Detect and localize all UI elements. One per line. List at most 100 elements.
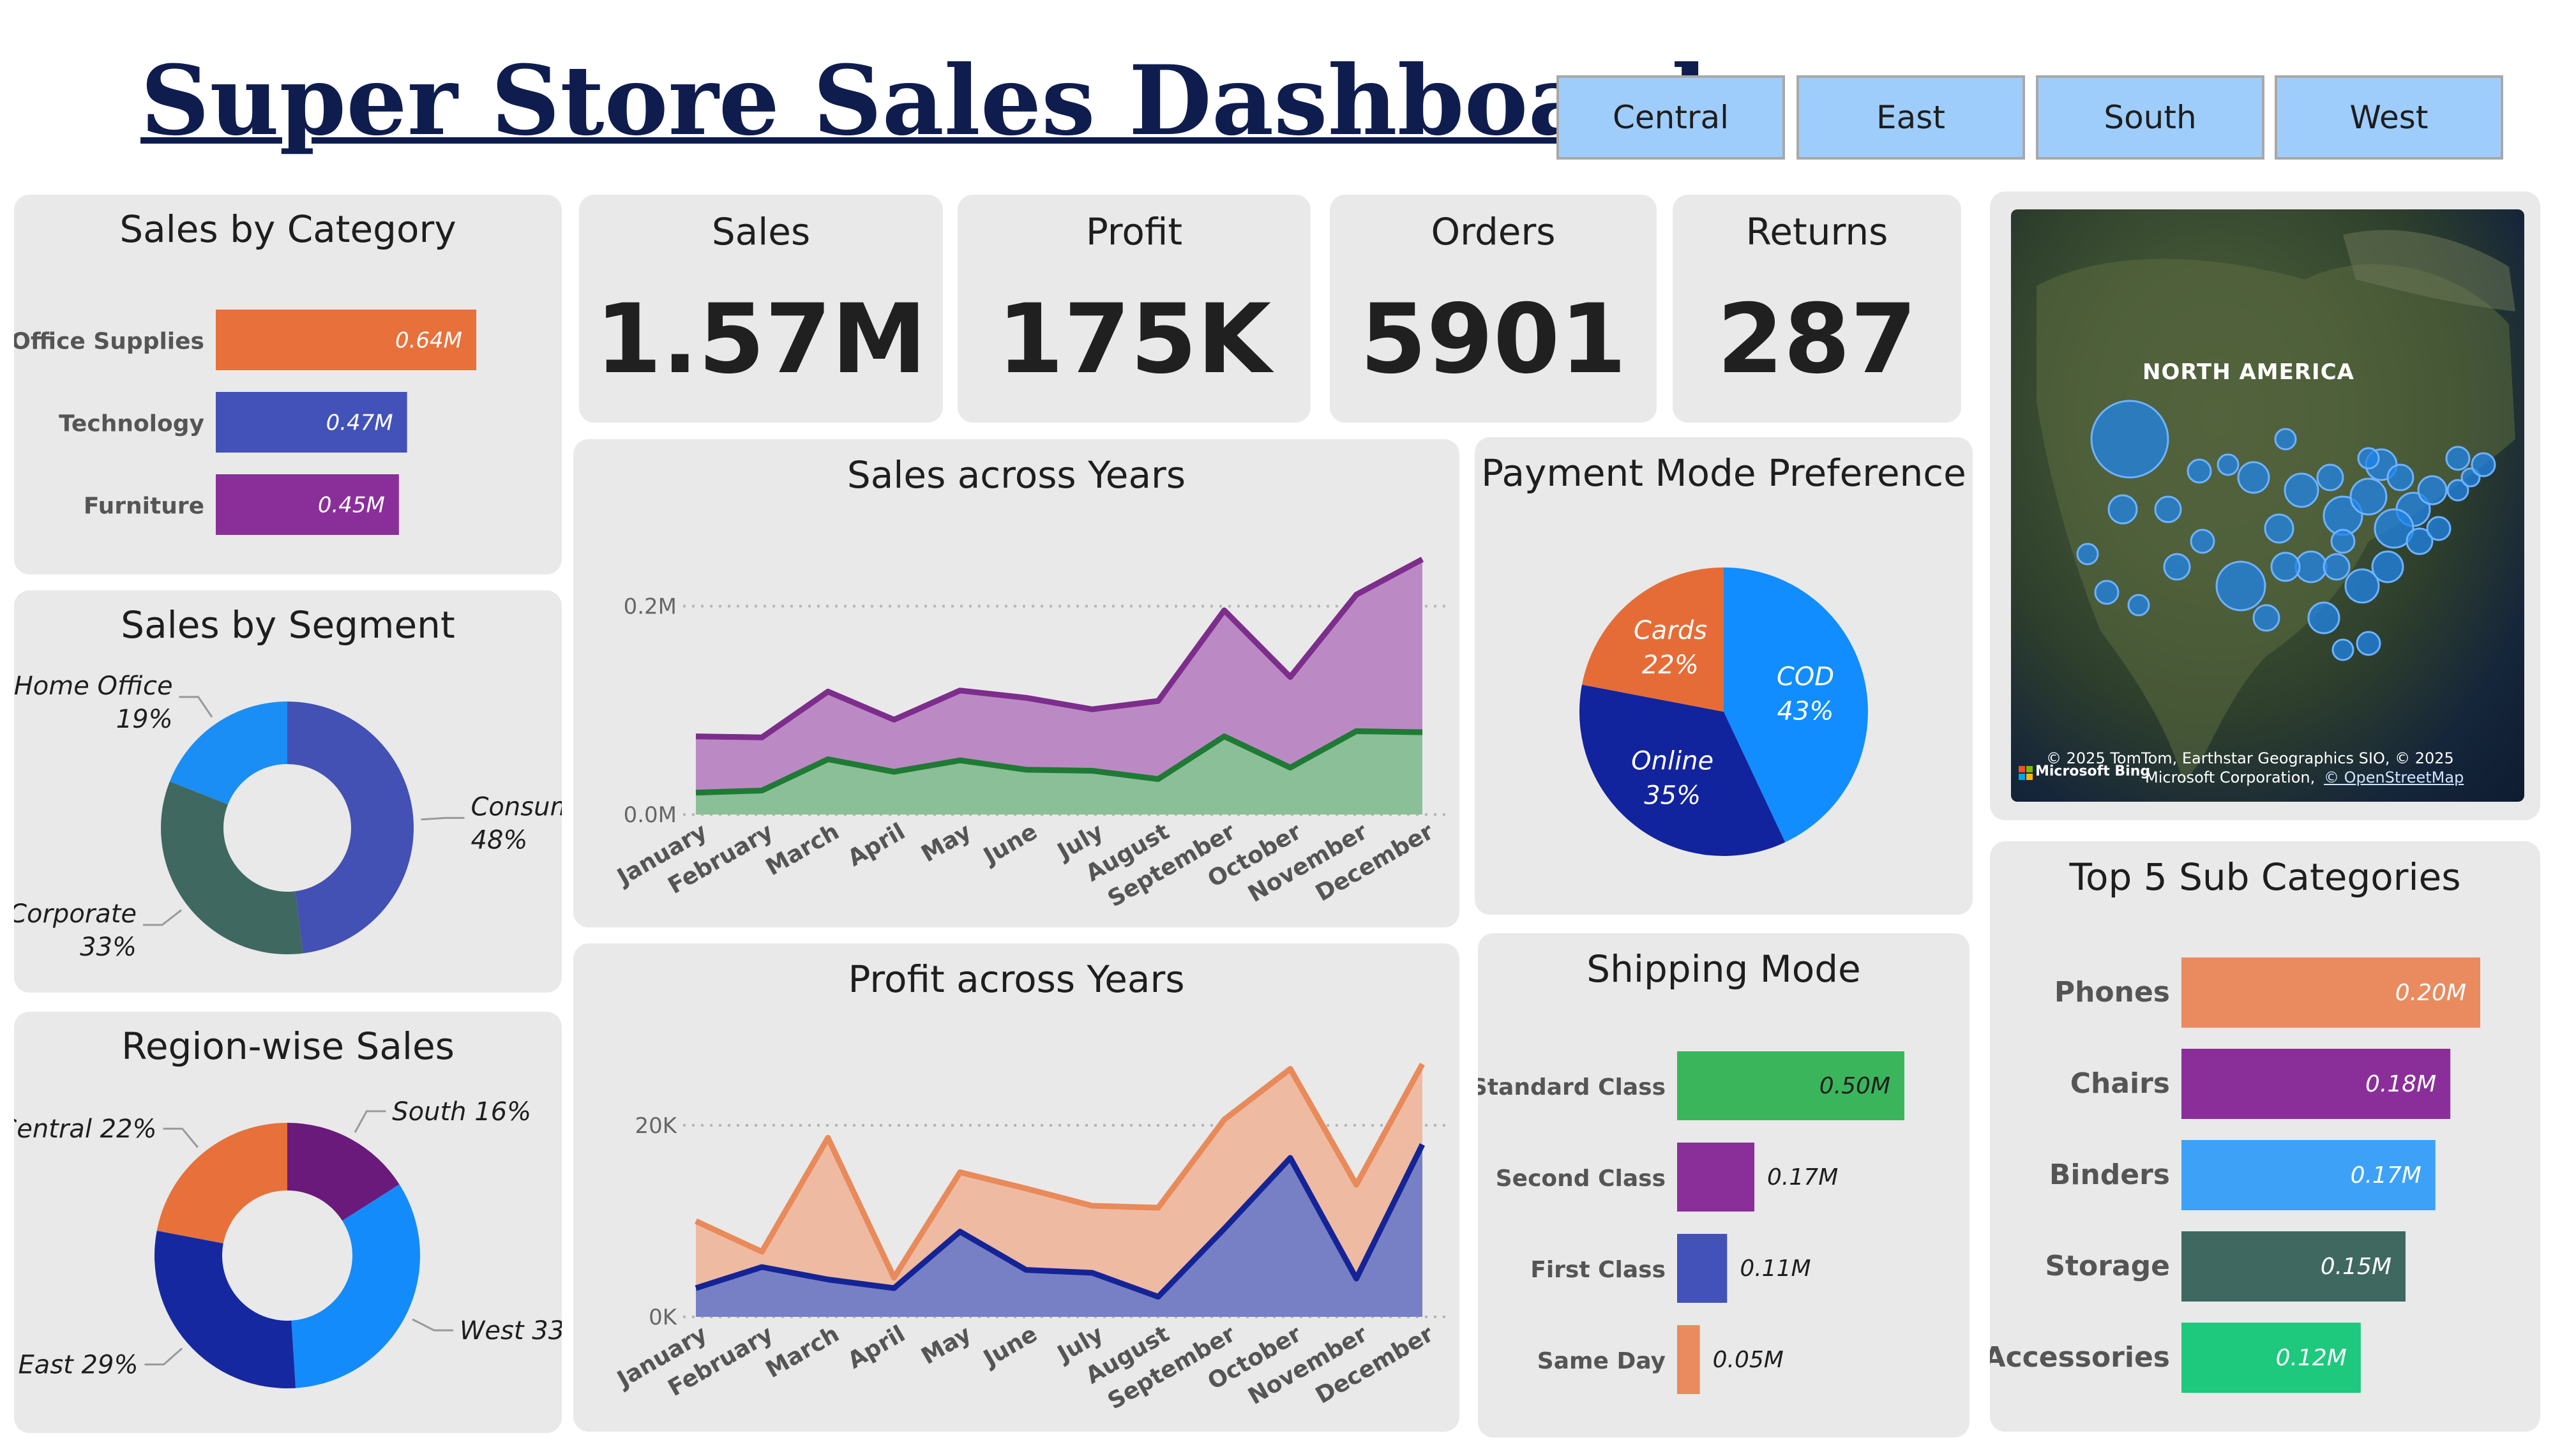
pie-slice — [156, 1123, 287, 1243]
payment-mode-chart: COD 43% Online 35% Cards 22% — [1579, 567, 1868, 856]
sales-by-segment-chart: Consumer48% Corporate 33% Home Office 19% — [14, 672, 562, 962]
sales-map[interactable]: NORTH AMERICA Microsoft Bing © 2025 TomT… — [2011, 209, 2524, 802]
map-bubble — [2217, 453, 2240, 476]
region-wise-sales-chart: South 16% West 33% East 29% Central 22% — [14, 1097, 562, 1388]
kpi-value: 175K — [997, 284, 1272, 395]
data-label: 0.12M — [2276, 1345, 2347, 1371]
map-bubble — [2094, 580, 2120, 605]
kpi-label: Sales — [711, 210, 811, 253]
data-label: 0.20M — [2395, 980, 2466, 1006]
kpi-value: 287 — [1717, 284, 1917, 395]
category-label: Second Class — [1496, 1166, 1666, 1192]
sales-by-segment-panel: Sales by Segment Consumer48%Corporate33%… — [14, 590, 562, 993]
slicer-central[interactable]: Central — [1556, 75, 1785, 160]
data-label: 0.18M — [2365, 1071, 2436, 1097]
map-bubble — [2127, 594, 2150, 617]
y-tick-label: 0.2M — [624, 594, 677, 620]
slice-label: 48% — [471, 825, 528, 855]
slice-label: Home Office — [14, 672, 173, 701]
map-bubble — [2417, 475, 2448, 506]
pie-slice — [291, 1184, 420, 1388]
kpi-card-returns: Returns 287 — [1673, 195, 1961, 423]
slice-label: 43% — [1777, 696, 1834, 726]
category-label: Storage — [2045, 1250, 2170, 1282]
kpi-label: Profit — [1085, 210, 1183, 253]
map-bubble — [2190, 529, 2215, 554]
slice-label: Online — [1631, 747, 1713, 776]
slice-label: Cards — [1634, 616, 1707, 645]
slicer-east[interactable]: East — [1796, 75, 2025, 160]
slice-label: 35% — [1644, 781, 1701, 811]
leader-line — [179, 696, 213, 718]
map-bubble — [2076, 543, 2099, 566]
data-label: 0.15M — [2321, 1254, 2391, 1280]
leader-line — [163, 1127, 199, 1148]
map-bubble — [2323, 553, 2351, 581]
slicer-south[interactable]: South — [2036, 75, 2264, 160]
category-label: Chairs — [2070, 1067, 2170, 1100]
category-label: First Class — [1530, 1257, 1666, 1283]
map-attribution: © 2025 TomTom, Earthstar Geographics SIO… — [2046, 749, 2454, 767]
category-label: Standard Class — [1478, 1074, 1666, 1100]
profit-across-years-panel: Profit across Years 0K 20K January February… — [573, 943, 1459, 1432]
slice-label: 22% — [1642, 650, 1699, 680]
map-bubble — [2270, 552, 2301, 582]
dashboard-title: Super Store Sales Dashboard — [140, 45, 1708, 157]
slice-label: South 16% — [392, 1097, 531, 1127]
map-bubbles — [2037, 230, 2515, 784]
map-bubble — [2386, 463, 2414, 492]
openstreetmap-link[interactable]: © OpenStreetMap — [2324, 769, 2464, 786]
map-region-label: NORTH AMERICA — [2143, 359, 2354, 385]
data-label: 0.05M — [1713, 1347, 1784, 1373]
x-tick-label: April — [843, 1321, 910, 1374]
map-bubble — [2090, 400, 2169, 479]
data-label: 0.17M — [2351, 1162, 2421, 1189]
data-label: 0.45M — [318, 493, 385, 518]
leader-line — [144, 1347, 183, 1366]
map-bubble — [2154, 495, 2182, 523]
map-bubble — [2330, 529, 2356, 554]
sales-across-years-chart: 0.0M0.2MJanuaryFebruaryMarch April May June… — [612, 557, 1448, 912]
data-label: 0.64M — [395, 328, 462, 354]
leader-line — [143, 909, 182, 926]
shipping-mode-panel: Shipping Mode Standard Class 0.50M Second … — [1478, 933, 1969, 1437]
pie-slice — [287, 702, 414, 954]
data-label: 0.50M — [1819, 1073, 1890, 1099]
map-bubble — [2356, 631, 2381, 656]
map-bubble — [2331, 638, 2354, 661]
data-label: 0.17M — [1767, 1164, 1838, 1190]
data-label: 0.47M — [326, 410, 393, 436]
sales-by-category-panel: Sales by Category Office Supplies 0.64M Te… — [14, 195, 562, 574]
kpi-label: Orders — [1431, 210, 1556, 253]
pie-slice — [154, 1231, 296, 1388]
category-label: Technology — [59, 411, 204, 437]
map-bubble — [2252, 604, 2280, 632]
sales-across-years-panel: Sales across Years 0.0M 0.2M January Februa… — [573, 439, 1459, 927]
map-bubble — [2357, 447, 2380, 470]
profit-across-years-chart: 0K20KJanuaryFebruaryMarch April May June Jul… — [612, 1062, 1448, 1415]
x-tick-label: March — [762, 1321, 844, 1383]
slicer-west[interactable]: West — [2275, 75, 2503, 160]
map-bubble — [2307, 601, 2340, 634]
top-sub-categories-chart: Phones 0.20M Chairs 0.18M Binders 0.17M Storag… — [1990, 957, 2480, 1393]
kpi-value: 5901 — [1360, 284, 1627, 395]
slice-label: Corporate — [14, 899, 137, 929]
x-tick-label: March — [762, 818, 844, 881]
microsoft-logo-icon — [2019, 766, 2033, 780]
map-bubble — [2284, 472, 2319, 508]
kpi-card-profit: Profit 175K — [958, 195, 1311, 423]
map-bubble — [2316, 463, 2344, 492]
kpi-label: Returns — [1745, 210, 1888, 253]
y-tick-label: 0.0M — [624, 802, 677, 828]
slice-label: 33% — [80, 933, 137, 962]
category-label: Binders — [2049, 1159, 2170, 1191]
pie-slice — [160, 781, 303, 954]
map-bubble — [2371, 550, 2404, 583]
map-attribution-2: Microsoft Corporation, — [2145, 769, 2316, 786]
slice-label: East 29% — [19, 1351, 139, 1380]
bar — [1677, 1234, 1728, 1303]
x-tick-label: June — [978, 818, 1042, 871]
data-label: 0.11M — [1740, 1256, 1811, 1282]
map-bubble — [2349, 477, 2388, 516]
x-tick-label: April — [843, 818, 910, 872]
